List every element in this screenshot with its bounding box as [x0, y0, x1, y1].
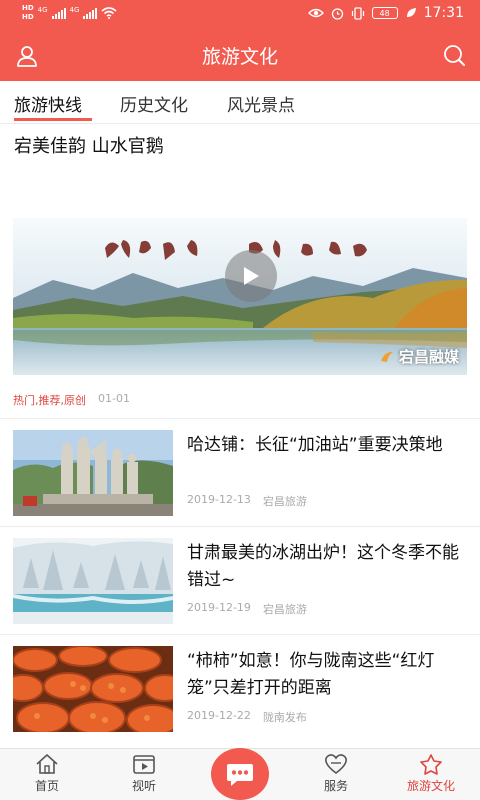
battery-icon: 48 — [371, 7, 398, 19]
clock: 17:31 — [423, 5, 464, 21]
statue-image — [13, 430, 173, 516]
status-right-group: 48 17:31 — [307, 5, 464, 21]
app-bar: 旅游文化 — [0, 30, 480, 81]
tab-history-culture[interactable]: 历史文化 — [120, 91, 188, 116]
eye-icon — [307, 8, 324, 18]
news-title: 哈达铺：长征“加油站”重要决策地 — [187, 435, 443, 455]
search-icon — [444, 45, 465, 66]
news-title: “柿柿”如意！你与陇南这些“红灯笼”只差打开的距离 — [187, 651, 435, 698]
play-button[interactable] — [225, 250, 277, 302]
nav-service-label: 服务 — [323, 779, 348, 793]
tourism-icon — [420, 754, 442, 775]
news-source: 宕昌旅游 — [262, 495, 307, 508]
center-chat-circle — [211, 748, 269, 800]
heart-icon — [325, 754, 347, 774]
tab-scenic-spots[interactable]: 风光景点 — [227, 91, 295, 116]
center-chat-button[interactable] — [210, 744, 270, 800]
vibrate-icon — [351, 6, 364, 20]
nav-home[interactable]: 首页 — [7, 753, 87, 794]
signal-icon-2 — [83, 7, 98, 19]
chat-icon — [227, 764, 253, 786]
news-source: 陇南发布 — [262, 711, 307, 724]
nav-tourism-label: 旅游文化 — [406, 779, 455, 793]
news-thumbnail — [13, 646, 173, 732]
news-item-1[interactable]: 哈达铺：长征“加油站”重要决策地 2019-12-13 宕昌旅游 — [0, 418, 480, 526]
news-date: 2019-12-22 — [187, 709, 251, 722]
feature-date: 01-01 — [98, 392, 130, 405]
feature-video-thumbnail[interactable]: 宕昌融媒 — [13, 218, 467, 375]
category-tabs: 旅游快线 历史文化 风光景点 — [0, 81, 480, 124]
page-title: 旅游文化 — [201, 46, 278, 68]
watermark-text: 宕昌融媒 — [398, 348, 459, 366]
news-date: 2019-12-13 — [187, 493, 251, 506]
persimmons-image — [13, 646, 173, 732]
wifi-icon — [101, 7, 117, 19]
alarm-icon — [331, 7, 343, 20]
network-label-2: 4G — [69, 6, 80, 14]
feature-meta: 热门,推荐,原创 01-01 — [13, 392, 130, 408]
battery-level: 48 — [379, 8, 390, 18]
news-meta: 2019-12-13 宕昌旅游 — [187, 493, 307, 509]
active-tab-indicator — [14, 118, 92, 121]
leaf-icon — [406, 8, 416, 17]
nav-home-label: 首页 — [34, 779, 59, 793]
news-date: 2019-12-19 — [187, 601, 251, 614]
video-icon — [133, 755, 155, 774]
home-icon — [36, 754, 58, 774]
news-thumbnail — [13, 430, 173, 516]
news-meta: 2019-12-19 宕昌旅游 — [187, 601, 307, 617]
feature-tags: 热门,推荐,原创 — [13, 394, 86, 407]
media-watermark: 宕昌融媒 — [379, 346, 459, 367]
media-logo-icon — [380, 351, 393, 362]
status-bar: HD HD 4G 4G 48 17:31 — [0, 0, 480, 30]
signal-group: HD HD 4G 4G — [22, 4, 117, 22]
sim-label-2: HD — [22, 13, 34, 21]
news-item-3[interactable]: “柿柿”如意！你与陇南这些“红灯笼”只差打开的距离 2019-12-22 陇南发… — [0, 634, 480, 742]
search-button[interactable] — [440, 42, 468, 70]
nav-tourism[interactable]: 旅游文化 — [391, 753, 471, 794]
nav-service[interactable]: 服务 — [296, 753, 376, 794]
sim-labels: HD HD — [22, 4, 34, 22]
news-title: 甘肃最美的冰湖出炉！这个冬季不能错过~ — [187, 543, 459, 590]
sim-label-1: HD — [22, 4, 34, 12]
tab-tourism-express[interactable]: 旅游快线 — [14, 91, 82, 116]
news-source: 宕昌旅游 — [262, 603, 307, 616]
news-item-2[interactable]: 甘肃最美的冰湖出炉！这个冬季不能错过~ 2019-12-19 宕昌旅游 — [0, 526, 480, 634]
ice-lake-image — [13, 538, 173, 624]
nav-video-label: 视听 — [131, 779, 156, 793]
news-thumbnail — [13, 538, 173, 624]
nav-video[interactable]: 视听 — [104, 753, 184, 794]
play-icon — [244, 267, 259, 285]
news-meta: 2019-12-22 陇南发布 — [187, 709, 307, 725]
signal-icon-1 — [51, 7, 66, 19]
network-label-1: 4G — [37, 6, 48, 14]
feature-title[interactable]: 宕美佳韵 山水官鹅 — [14, 132, 164, 158]
